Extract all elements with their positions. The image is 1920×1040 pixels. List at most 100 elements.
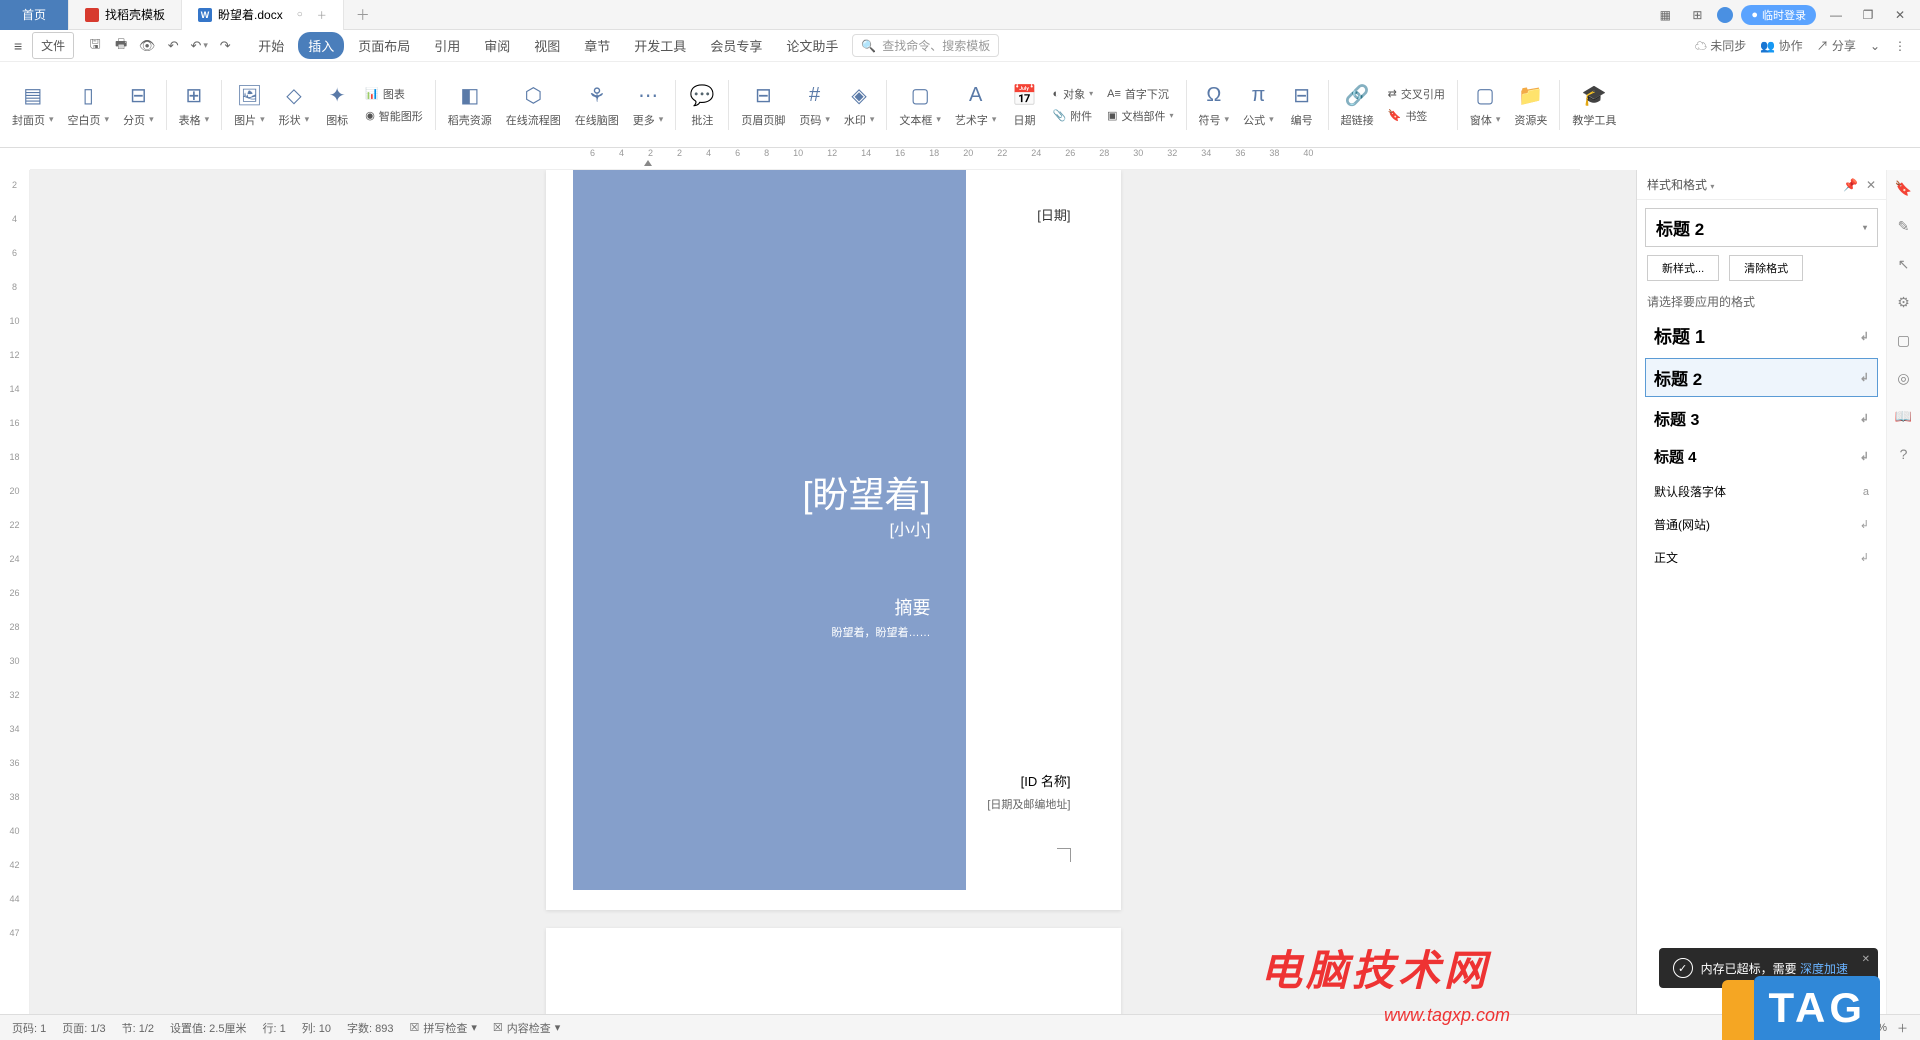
tab-home[interactable]: 首页 — [0, 0, 69, 30]
minimize-button[interactable]: — — [1824, 3, 1848, 27]
collapse-ribbon-icon[interactable]: ⌄ — [1870, 39, 1880, 53]
textbox-button[interactable]: ▢文本框 — [893, 82, 947, 128]
tab-pagelayout[interactable]: 页面布局 — [348, 32, 420, 59]
tab-member[interactable]: 会员专享 — [700, 32, 772, 59]
tab-document[interactable]: W盼望着.docx○＋ — [182, 0, 344, 30]
close-panel-icon[interactable]: ✕ — [1866, 178, 1876, 192]
hamburger-icon[interactable]: ≡ — [14, 38, 22, 54]
undo-dd[interactable]: ↶ — [190, 37, 208, 55]
preview-icon[interactable]: 👁 — [138, 37, 156, 55]
object-button[interactable]: ◐ 对象▾ — [1052, 86, 1093, 102]
formula-button[interactable]: π公式 — [1237, 82, 1280, 128]
tab-section[interactable]: 章节 — [574, 32, 620, 59]
edit-icon[interactable]: ✎ — [1894, 216, 1914, 236]
dk-resource-button[interactable]: ◧稻壳资源 — [442, 82, 498, 128]
current-style-select[interactable]: 标题 2▾ — [1645, 208, 1878, 247]
tab-view[interactable]: 视图 — [524, 32, 570, 59]
select-icon[interactable]: ↖ — [1894, 254, 1914, 274]
id-placeholder[interactable]: [ID 名称] — [1021, 771, 1071, 790]
maximize-button[interactable]: ❐ — [1856, 3, 1880, 27]
spellcheck-toggle[interactable]: ☒ 拼写检查 ▾ — [410, 1020, 477, 1036]
location-icon[interactable]: ◎ — [1894, 368, 1914, 388]
docparts-button[interactable]: ▣ 文档部件▾ — [1107, 108, 1173, 124]
file-menu[interactable]: 文件 — [32, 32, 74, 59]
abstract-text[interactable]: 盼望着，盼望着…… — [671, 624, 931, 640]
box-icon[interactable]: ▢ — [1894, 330, 1914, 350]
dropcap-button[interactable]: А≡ 首字下沉 — [1107, 86, 1173, 102]
pagenum-button[interactable]: #页码 — [793, 82, 836, 128]
watermark-button[interactable]: ◈水印 — [838, 82, 881, 128]
horizontal-ruler[interactable]: 642246810121416182022242628303234363840 — [30, 148, 1580, 170]
tab-reference[interactable]: 引用 — [424, 32, 470, 59]
shape-button[interactable]: ◇形状 — [273, 82, 316, 128]
tab-template[interactable]: 找稻壳模板 — [69, 0, 182, 30]
avatar[interactable] — [1717, 7, 1733, 23]
style-heading4[interactable]: 标题 4↲ — [1645, 439, 1878, 474]
zoom-in[interactable]: ＋ — [1897, 1020, 1908, 1036]
address-placeholder[interactable]: [日期及邮编地址] — [987, 796, 1070, 812]
vertical-ruler[interactable]: 2468101214161820222426283032343638404244… — [0, 170, 30, 1014]
word-count[interactable]: 字数: 893 — [347, 1020, 393, 1036]
bookmark-icon[interactable]: 🔖 — [1894, 178, 1914, 198]
style-heading3[interactable]: 标题 3↲ — [1645, 399, 1878, 437]
more-button[interactable]: ⋯更多 — [627, 82, 670, 128]
abstract-label[interactable]: 摘要 — [731, 594, 931, 620]
col-value[interactable]: 列: 10 — [302, 1020, 331, 1036]
close-icon[interactable]: ＋ — [317, 7, 327, 22]
page-count[interactable]: 页面: 1/3 — [62, 1020, 105, 1036]
style-body[interactable]: 正文↲ — [1645, 542, 1878, 573]
numbering-button[interactable]: ⊟编号 — [1282, 82, 1322, 128]
hyperlink-button[interactable]: 🔗超链接 — [1335, 82, 1380, 128]
settings-icon[interactable]: ⚙ — [1894, 292, 1914, 312]
tab-devtools[interactable]: 开发工具 — [624, 32, 696, 59]
style-heading1[interactable]: 标题 1↲ — [1645, 316, 1878, 356]
close-notification-icon[interactable]: ✕ — [1862, 954, 1870, 965]
tab-thesis[interactable]: 论文助手 — [776, 32, 848, 59]
page-2[interactable]: 盼望着，盼望着……翘首以盼的新年近了。街市上车水马龙， — [546, 928, 1121, 1014]
table-button[interactable]: ⊞表格 — [173, 82, 216, 128]
tab-insert[interactable]: 插入 — [298, 32, 344, 59]
comment-button[interactable]: 💬批注 — [682, 82, 722, 128]
bookmark-button[interactable]: 🔖 书签 — [1388, 108, 1445, 124]
sync-status[interactable]: ☁ 未同步 — [1695, 37, 1746, 54]
style-heading2[interactable]: 标题 2↲ — [1645, 358, 1878, 397]
smartart-button[interactable]: ◉ 智能图形 — [365, 108, 423, 124]
section-count[interactable]: 节: 1/2 — [122, 1020, 154, 1036]
style-default-font[interactable]: 默认段落字体a — [1645, 476, 1878, 507]
doc-title[interactable]: [盼望着] — [802, 466, 930, 518]
save-icon[interactable]: 🖫 — [86, 37, 104, 55]
add-tab-button[interactable]: ＋ — [344, 5, 382, 25]
indent-marker[interactable] — [644, 160, 652, 168]
page-break-button[interactable]: ⊟分页 — [117, 82, 160, 128]
style-normal-web[interactable]: 普通(网站)↲ — [1645, 509, 1878, 540]
grid-icon[interactable]: ▦ — [1653, 3, 1677, 27]
date-button[interactable]: 📅日期 — [1004, 82, 1044, 128]
date-placeholder[interactable]: [日期] — [1037, 205, 1070, 224]
collab-button[interactable]: 👥 协作 — [1760, 37, 1802, 54]
flowchart-button[interactable]: ⬡在线流程图 — [500, 82, 567, 128]
blank-page-button[interactable]: ▯空白页 — [62, 82, 116, 128]
crossref-button[interactable]: ⇄ 交叉引用 — [1388, 86, 1445, 102]
picture-button[interactable]: 🖼图片 — [228, 82, 271, 128]
speedup-link[interactable]: 深度加速 — [1800, 962, 1848, 976]
document-canvas[interactable]: [日期] [盼望着] [小小] 摘要 盼望着，盼望着…… [ID 名称] [日期… — [30, 170, 1636, 1014]
window-button[interactable]: ▢窗体 — [1464, 82, 1507, 128]
attachment-button[interactable]: 📎 附件 — [1052, 108, 1093, 124]
symbol-button[interactable]: Ω符号 — [1193, 82, 1236, 128]
search-input[interactable]: 🔍查找命令、搜索模板 — [852, 34, 999, 57]
more-icon[interactable]: ⋮ — [1894, 39, 1906, 53]
position-value[interactable]: 设置值: 2.5厘米 — [170, 1020, 246, 1036]
tab-review[interactable]: 审阅 — [474, 32, 520, 59]
mindmap-button[interactable]: ⚘在线脑图 — [569, 82, 625, 128]
share-button[interactable]: ↗ 分享 — [1817, 37, 1856, 54]
book-icon[interactable]: 📖 — [1894, 406, 1914, 426]
tab-start[interactable]: 开始 — [248, 32, 294, 59]
login-button[interactable]: ● 临时登录 — [1741, 5, 1816, 25]
help-icon[interactable]: ? — [1894, 444, 1914, 464]
wordart-button[interactable]: A艺术字 — [949, 82, 1003, 128]
teaching-button[interactable]: 🎓教学工具 — [1566, 82, 1622, 128]
contentcheck-toggle[interactable]: ☒ 内容检查 ▾ — [493, 1020, 560, 1036]
apps-icon[interactable]: ⊞ — [1685, 3, 1709, 27]
cover-page-button[interactable]: ▤封面页 — [6, 82, 60, 128]
page-number[interactable]: 页码: 1 — [12, 1020, 46, 1036]
